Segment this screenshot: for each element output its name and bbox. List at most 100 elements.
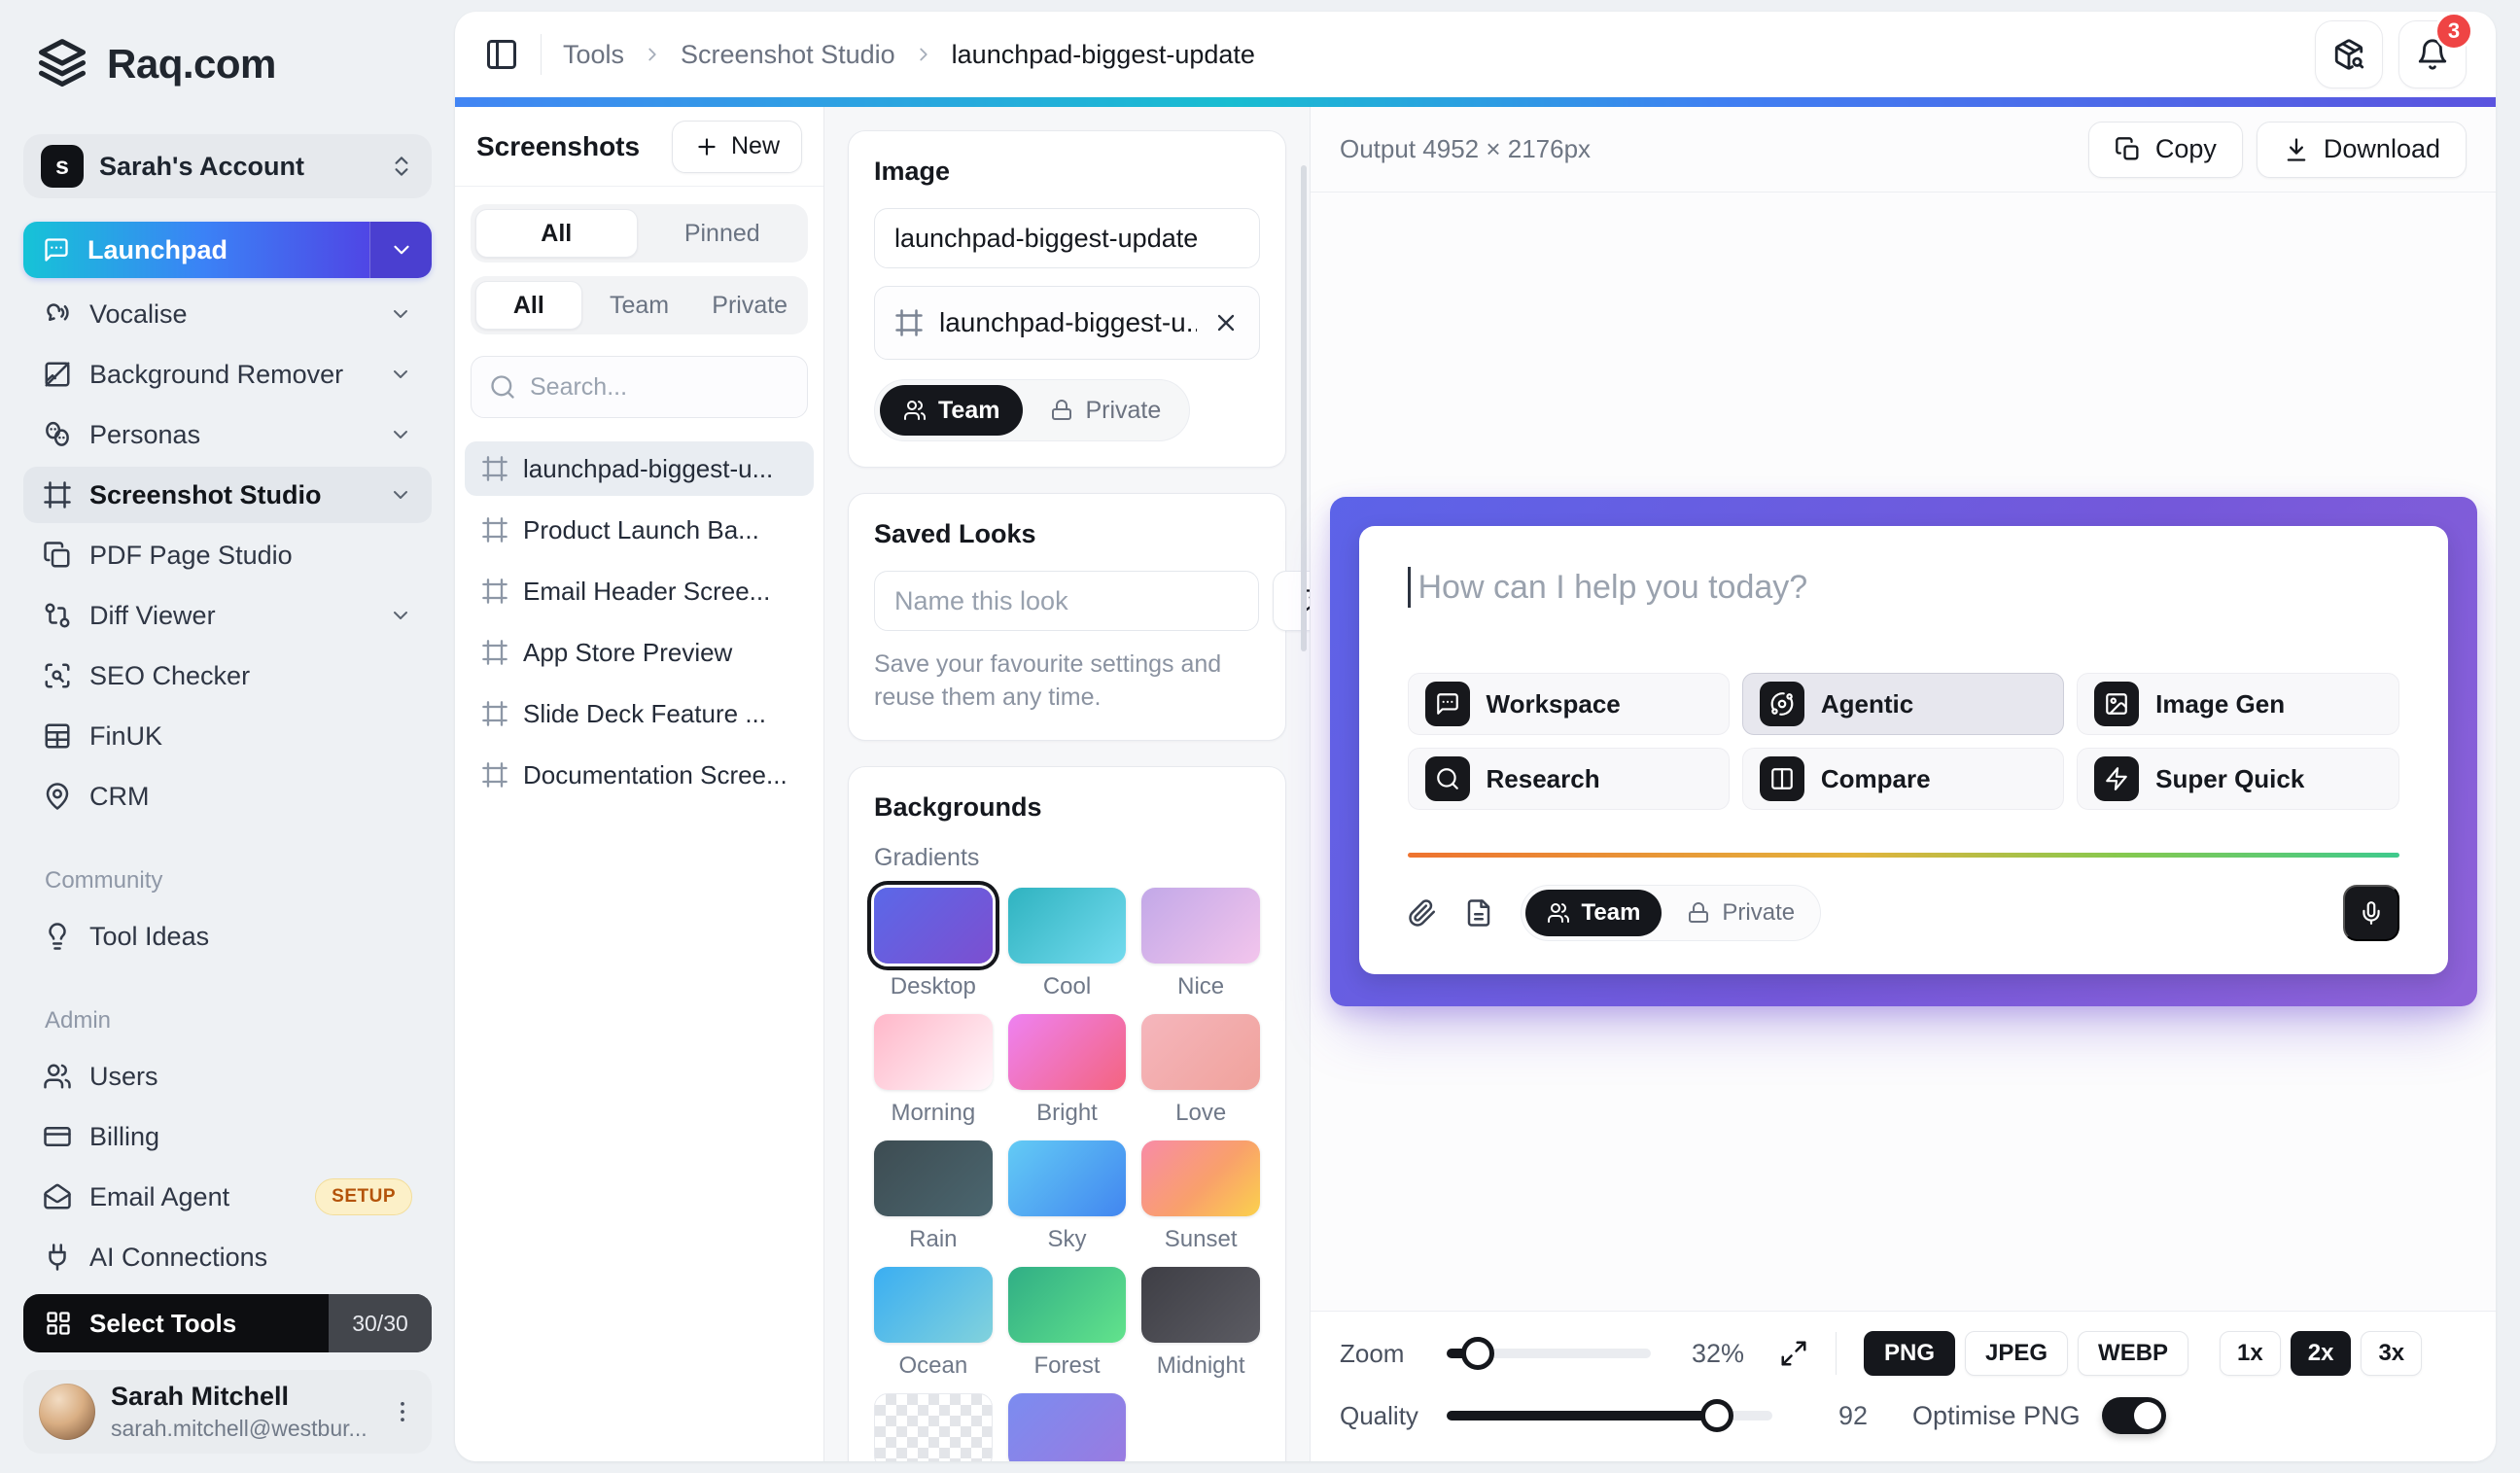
sidebar-item-diff-viewer[interactable]: Diff Viewer	[23, 587, 432, 644]
sidebar-item-screenshot-studio[interactable]: Screenshot Studio	[23, 467, 432, 523]
sidebar-item-tool-ideas[interactable]: Tool Ideas	[23, 908, 432, 964]
quality-slider[interactable]	[1447, 1411, 1772, 1420]
visibility-private[interactable]: Private	[1665, 890, 1816, 936]
mode-agentic[interactable]: Agentic	[1742, 673, 2064, 735]
gradient-swatch-midnight[interactable]: Midnight	[1141, 1267, 1260, 1380]
gradient-swatch-sky[interactable]: Sky	[1008, 1140, 1127, 1253]
breadcrumb-screenshot-studio[interactable]: Screenshot Studio	[681, 40, 895, 70]
brand-logo[interactable]: Raq.com	[23, 37, 432, 91]
new-screenshot-button[interactable]: New	[672, 121, 802, 173]
format-jpeg[interactable]: JPEG	[1965, 1331, 2068, 1376]
list-item[interactable]: Slide Deck Feature ...	[465, 686, 814, 741]
screenshot-search[interactable]	[471, 356, 808, 418]
close-icon[interactable]	[1212, 309, 1240, 336]
visibility-team[interactable]: Team	[1525, 890, 1662, 936]
sidebar-item-seo-checker[interactable]: SEO Checker	[23, 648, 432, 704]
sidebar-item-label: Screenshot Studio	[89, 480, 371, 510]
list-item[interactable]: App Store Preview	[465, 625, 814, 680]
format-png[interactable]: PNG	[1864, 1331, 1955, 1376]
optimise-png-toggle[interactable]	[2102, 1397, 2166, 1434]
gradient-swatch-bright[interactable]: Bright	[1008, 1014, 1127, 1127]
paperclip-icon[interactable]	[1408, 898, 1437, 928]
scale-1x[interactable]: 1x	[2220, 1331, 2281, 1376]
image-off-icon	[43, 360, 72, 389]
notes-icon[interactable]	[1464, 898, 1493, 928]
mic-button[interactable]	[2343, 885, 2399, 941]
sidebar-item-billing[interactable]: Billing	[23, 1108, 432, 1165]
notifications-button[interactable]: 3	[2398, 20, 2467, 88]
plug-icon	[43, 1243, 72, 1272]
mode-research[interactable]: Research	[1408, 748, 1730, 810]
sidebar-item-pdf-page-studio[interactable]: PDF Page Studio	[23, 527, 432, 583]
mode-workspace[interactable]: Workspace	[1408, 673, 1730, 735]
sidebar-item-ai-connections[interactable]: AI Connections	[23, 1229, 432, 1285]
list-item[interactable]: Documentation Scree...	[465, 748, 814, 802]
chevrons-up-down-icon	[389, 154, 414, 179]
fit-expand-button[interactable]	[1779, 1339, 1808, 1368]
sidebar-item-launchpad[interactable]: Launchpad	[23, 222, 432, 278]
gradient-swatch-love[interactable]: Love	[1141, 1014, 1260, 1127]
sidebar-item-vocalise[interactable]: Vocalise	[23, 286, 432, 342]
scope-tab-team[interactable]: Team	[586, 281, 693, 330]
swatch-preview	[1008, 1014, 1127, 1090]
gradient-swatch-custom[interactable]: Custom	[1008, 1393, 1127, 1462]
select-tools-button[interactable]: Select Tools 30/30	[23, 1294, 432, 1352]
zoom-slider[interactable]	[1447, 1349, 1651, 1358]
list-item[interactable]: launchpad-biggest-u...	[465, 441, 814, 496]
search-input[interactable]	[530, 373, 789, 402]
gradient-swatch-desktop[interactable]: Desktop	[874, 888, 993, 1000]
gradient-swatch-ocean[interactable]: Ocean	[874, 1267, 993, 1380]
quality-slider-thumb[interactable]	[1700, 1399, 1733, 1432]
image-icon	[2104, 691, 2129, 717]
look-name-input[interactable]	[874, 571, 1259, 631]
scrollbar-thumb[interactable]	[1301, 165, 1307, 651]
admin-section-label: Admin	[45, 1007, 432, 1035]
copy-button[interactable]: Copy	[2088, 122, 2243, 178]
sidebar-item-personas[interactable]: Personas	[23, 406, 432, 463]
gradient-swatch-sunset[interactable]: Sunset	[1141, 1140, 1260, 1253]
zoom-slider-thumb[interactable]	[1461, 1337, 1494, 1370]
list-item[interactable]: Email Header Scree...	[465, 564, 814, 618]
gradient-swatch-forest[interactable]: Forest	[1008, 1267, 1127, 1380]
account-switcher[interactable]: s Sarah's Account	[23, 134, 432, 198]
visibility-private[interactable]: Private	[1027, 385, 1184, 436]
mode-icon-box	[2094, 756, 2139, 801]
sidebar-item-background-remover[interactable]: Background Remover	[23, 346, 432, 403]
scale-2x[interactable]: 2x	[2291, 1331, 2352, 1376]
scope-tab-private[interactable]: Private	[696, 281, 803, 330]
gradient-swatch-none[interactable]: None	[874, 1393, 993, 1462]
download-button[interactable]: Download	[2257, 122, 2467, 178]
visibility-team[interactable]: Team	[880, 385, 1023, 436]
gradient-swatch-rain[interactable]: Rain	[874, 1140, 993, 1253]
preview-artboard[interactable]: How can I help you today? Workspace Agen…	[1330, 497, 2477, 1006]
gradient-swatch-morning[interactable]: Morning	[874, 1014, 993, 1127]
breadcrumb-tools[interactable]: Tools	[563, 40, 624, 70]
format-webp[interactable]: WEBP	[2078, 1331, 2188, 1376]
image-name-input[interactable]	[874, 208, 1260, 268]
sidebar-nav-admin: UsersBillingEmail AgentSETUPAI Connectio…	[23, 1048, 432, 1289]
mode-image-gen[interactable]: Image Gen	[2077, 673, 2398, 735]
more-vertical-icon[interactable]	[389, 1398, 416, 1425]
package-search-button[interactable]	[2315, 20, 2383, 88]
list-item[interactable]: Product Launch Ba...	[465, 503, 814, 557]
user-profile[interactable]: Sarah Mitchell sarah.mitchell@westbur...	[23, 1370, 432, 1454]
mode-compare[interactable]: Compare	[1742, 748, 2064, 810]
sidebar-item-finuk[interactable]: FinUK	[23, 708, 432, 764]
gradient-swatch-nice[interactable]: Nice	[1141, 888, 1260, 1000]
chevron-down-icon	[389, 423, 412, 446]
launchpad-expand-button[interactable]	[369, 222, 432, 278]
tab-all[interactable]: All	[475, 209, 638, 258]
screenshot-name: Slide Deck Feature ...	[523, 699, 766, 729]
grid-icon	[45, 1310, 72, 1337]
sidebar: Raq.com s Sarah's Account Launchpad Voca…	[0, 0, 455, 1473]
sidebar-toggle-button[interactable]	[484, 37, 519, 72]
scale-3x[interactable]: 3x	[2361, 1331, 2422, 1376]
gradient-swatch-cool[interactable]: Cool	[1008, 888, 1127, 1000]
sidebar-item-crm[interactable]: CRM	[23, 768, 432, 824]
swatch-preview	[874, 1393, 993, 1462]
mode-super-quick[interactable]: Super Quick	[2077, 748, 2398, 810]
sidebar-item-users[interactable]: Users	[23, 1048, 432, 1105]
tab-pinned[interactable]: Pinned	[642, 209, 804, 258]
scope-tab-all[interactable]: All	[475, 281, 582, 330]
sidebar-item-email-agent[interactable]: Email AgentSETUP	[23, 1169, 432, 1225]
